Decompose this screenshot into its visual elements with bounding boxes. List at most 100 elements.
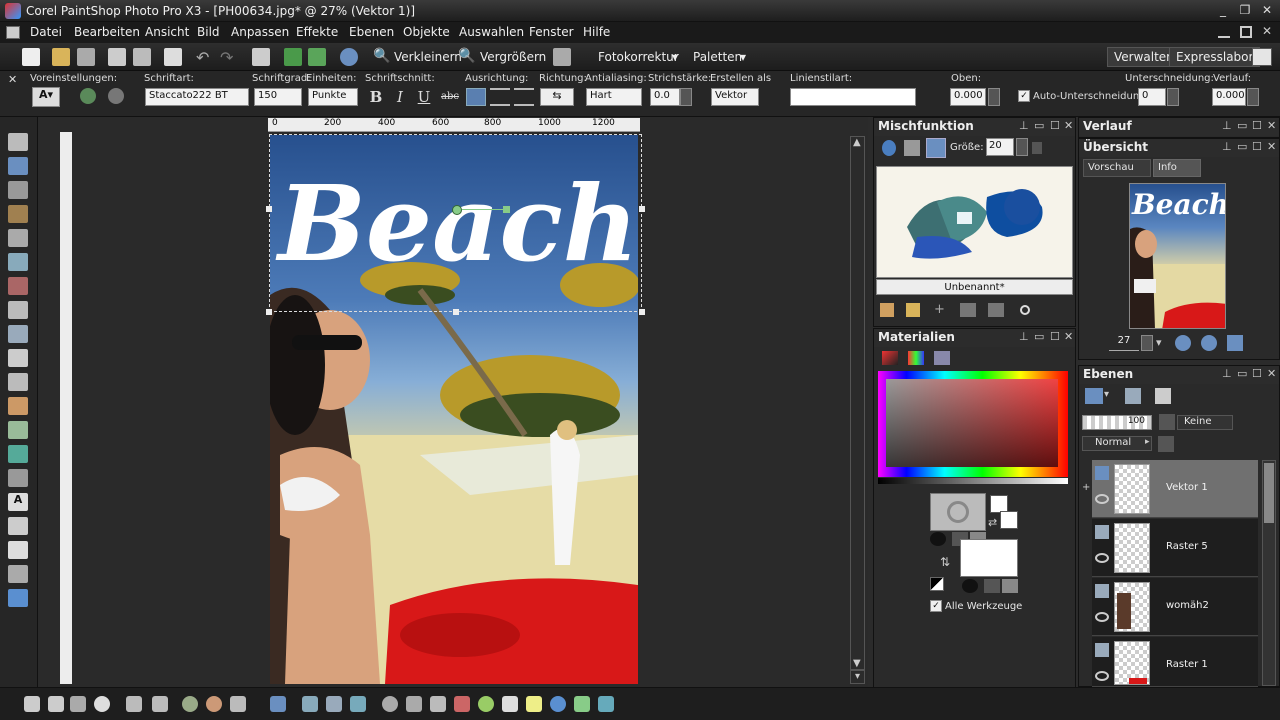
layers-scrollbar[interactable]: [1262, 460, 1276, 686]
maximize-button[interactable]: ❐: [1234, 2, 1256, 19]
top-spinner-icon[interactable]: [988, 88, 1000, 106]
paletten-arrow-icon[interactable]: ▾: [740, 50, 746, 64]
opacity-slider[interactable]: 100: [1082, 415, 1152, 430]
autokern-checkbox[interactable]: ✓: [1018, 90, 1030, 102]
selection-tool-icon[interactable]: [8, 181, 28, 199]
mixer-brush-icon[interactable]: [882, 140, 896, 156]
portrait-icon[interactable]: [206, 696, 222, 712]
layer-row-vektor1[interactable]: Vektor 1: [1092, 460, 1258, 518]
copy-icon[interactable]: [252, 48, 270, 66]
pick-tool-icon[interactable]: [8, 157, 28, 175]
stroke-input[interactable]: 0.0: [650, 88, 680, 106]
menu-ansicht[interactable]: Ansicht: [145, 25, 189, 39]
dropper-tool-icon[interactable]: [8, 205, 28, 223]
visibility-eye-icon[interactable]: [1095, 612, 1109, 622]
overview-actual-size-icon[interactable]: [1227, 335, 1243, 351]
palette-tab-icon[interactable]: [934, 351, 950, 365]
swatches-tab-icon[interactable]: [908, 351, 924, 365]
flower-icon[interactable]: [454, 696, 470, 712]
overview-pin-icon[interactable]: ⊥: [1222, 140, 1232, 153]
overview-zoom-out-icon[interactable]: [1175, 335, 1191, 351]
mixer-tool2-icon[interactable]: [988, 303, 1004, 317]
menu-anpassen[interactable]: Anpassen: [231, 25, 289, 39]
history-restore-icon[interactable]: ▭: [1237, 119, 1247, 132]
bg-pattern-mode-icon[interactable]: [1002, 579, 1018, 593]
color-replacer-icon[interactable]: [8, 469, 28, 487]
overview-zoom-input[interactable]: 27: [1109, 335, 1139, 351]
print-bottom-icon[interactable]: [430, 696, 446, 712]
background-swatch[interactable]: [960, 539, 1018, 577]
color-mode-icon[interactable]: [930, 532, 946, 546]
zoom-in-icon[interactable]: 🔍: [458, 48, 476, 66]
align-left-icon[interactable]: [466, 88, 486, 106]
menu-effekte[interactable]: Effekte: [296, 25, 338, 39]
mixer-tool1-icon[interactable]: [960, 303, 976, 317]
delete-layer-icon[interactable]: [1125, 388, 1141, 404]
mixer-minimize-icon[interactable]: ▭: [1034, 119, 1044, 132]
visibility-eye-icon[interactable]: [1095, 494, 1109, 504]
antialias-select[interactable]: Hart: [586, 88, 642, 106]
text-preset-icon[interactable]: A▾: [32, 87, 60, 107]
dodge-tool-icon[interactable]: [8, 349, 28, 367]
menu-fenster[interactable]: Fenster: [529, 25, 574, 39]
mixer-knife-icon[interactable]: [904, 140, 920, 156]
sphere-icon[interactable]: [550, 696, 566, 712]
photo-icon-2[interactable]: [152, 696, 168, 712]
mixer-close-icon[interactable]: ✕: [1064, 119, 1073, 132]
visibility-eye-icon[interactable]: [1095, 671, 1109, 681]
new-layer-icon[interactable]: [1085, 388, 1103, 404]
leaf-icon[interactable]: [574, 696, 590, 712]
makeover-tool-icon[interactable]: [8, 325, 28, 343]
direction-icon[interactable]: ⇆: [540, 88, 574, 106]
bold-button[interactable]: B: [367, 88, 385, 106]
straighten-tool-icon[interactable]: [8, 253, 28, 271]
menu-hilfe[interactable]: Hilfe: [583, 25, 610, 39]
layers-maximize-icon[interactable]: ☐: [1252, 367, 1262, 380]
camera-icon[interactable]: [70, 696, 86, 712]
color-spectrum[interactable]: [878, 371, 1068, 477]
rainbow-tab-icon[interactable]: [882, 351, 898, 365]
leading-input[interactable]: 0.000: [1212, 88, 1246, 106]
menu-bild[interactable]: Bild: [197, 25, 220, 39]
rotation-handle[interactable]: [452, 205, 462, 215]
materials-pin-icon[interactable]: ⊥: [1019, 330, 1029, 343]
clock-icon[interactable]: [94, 696, 110, 712]
history-close-icon[interactable]: ✕: [1267, 119, 1276, 132]
red-eye-tool-icon[interactable]: [8, 277, 28, 295]
top-input[interactable]: 0.000: [950, 88, 986, 106]
align-center-icon[interactable]: [490, 88, 510, 106]
mixer-size-slider-icon[interactable]: [1032, 142, 1042, 154]
app-icon[interactable]: [5, 3, 21, 19]
history-maximize-icon[interactable]: ☐: [1252, 119, 1262, 132]
layer-forward-icon[interactable]: [284, 48, 302, 66]
crop-tool-icon[interactable]: [8, 229, 28, 247]
menu-bearbeiten[interactable]: Bearbeiten: [74, 25, 140, 39]
leading-spinner-icon[interactable]: [1247, 88, 1259, 106]
blend-mode-select[interactable]: Normal: [1082, 436, 1152, 451]
bg-color-mode-icon[interactable]: [962, 579, 978, 593]
reset-colors-icon[interactable]: [930, 577, 944, 591]
warp-tool-icon[interactable]: [8, 565, 28, 583]
handle-bottom[interactable]: [453, 309, 459, 315]
materials-minimize-icon[interactable]: ▭: [1034, 330, 1044, 343]
layer-properties-icon[interactable]: [1155, 388, 1171, 404]
grayscale-bar[interactable]: [878, 478, 1068, 484]
overview-maximize-icon[interactable]: ☐: [1252, 140, 1262, 153]
window-icon-3[interactable]: [326, 696, 342, 712]
rotation-end-handle[interactable]: [503, 206, 510, 213]
layer-row-raster1[interactable]: Raster 1: [1092, 637, 1258, 687]
rectangle-tool-icon[interactable]: [8, 517, 28, 535]
tab-preview[interactable]: Vorschau: [1083, 159, 1151, 177]
mask-icon[interactable]: [1159, 414, 1175, 430]
overview-minimize-icon[interactable]: ▭: [1237, 140, 1247, 153]
overview-thumbnail[interactable]: Beach: [1129, 183, 1226, 329]
handle-bottom-left[interactable]: [266, 309, 272, 315]
mixer-pin-icon[interactable]: ⊥: [1019, 119, 1029, 132]
color-gradient-area[interactable]: [886, 379, 1058, 467]
all-tools-checkbox[interactable]: ✓: [930, 600, 942, 612]
vector-selection-box[interactable]: [269, 134, 642, 312]
print-icon[interactable]: [164, 48, 182, 66]
strikethrough-button[interactable]: abc: [439, 88, 461, 106]
tab-info[interactable]: Info: [1153, 159, 1201, 177]
swap-materials-icon[interactable]: ⇅: [940, 555, 950, 569]
